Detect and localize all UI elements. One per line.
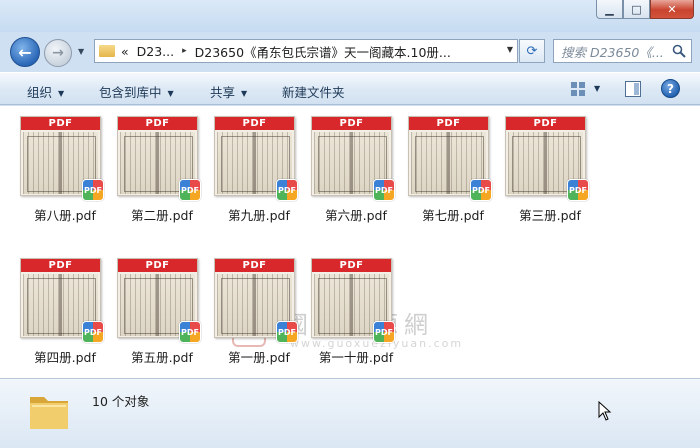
file-item[interactable]: PDF PDF 第一册.pdf (204, 248, 298, 365)
change-view-icon[interactable] (570, 81, 586, 97)
chevron-down-icon: ▼ (58, 89, 65, 98)
title-bar: ▁ □ ✕ (0, 0, 700, 32)
file-name: 第五册.pdf (131, 350, 193, 365)
chevron-down-icon: ▼ (167, 89, 174, 98)
breadcrumb-item[interactable]: D23... (137, 44, 174, 59)
pdf-banner: PDF (118, 117, 197, 130)
folder-icon (30, 397, 68, 429)
search-icon[interactable] (672, 44, 686, 58)
pdf-banner: PDF (21, 259, 100, 272)
pdf-file-icon: PDF (276, 179, 298, 201)
pdf-banner: PDF (215, 259, 294, 272)
pdf-banner: PDF (21, 117, 100, 130)
pdf-banner: PDF (118, 259, 197, 272)
file-item[interactable]: PDF PDF 第四册.pdf (10, 248, 104, 365)
pdf-banner: PDF (312, 259, 391, 272)
minimize-button[interactable]: ▁ (596, 0, 623, 19)
pdf-banner: PDF (215, 117, 294, 130)
mouse-pointer-icon (598, 401, 612, 421)
window-controls: ▁ □ ✕ (596, 0, 694, 19)
file-name: 第七册.pdf (422, 208, 484, 223)
file-name: 第三册.pdf (519, 208, 581, 223)
search-input[interactable]: 搜索 D23650《... (561, 42, 669, 61)
chevron-down-icon: ▼ (241, 89, 248, 98)
pdf-file-icon: PDF (567, 179, 589, 201)
address-dropdown-icon[interactable]: ▼ (507, 45, 513, 54)
address-bar[interactable]: « D23... ▸ D23650《甬东包氏宗谱》天一阁藏本.10册... ▼ (94, 39, 518, 63)
view-options-dropdown[interactable]: ▼ (594, 84, 600, 93)
file-item[interactable]: PDF PDF 第二册.pdf (107, 106, 201, 223)
file-item[interactable]: PDF PDF 第五册.pdf (107, 248, 201, 365)
breadcrumb-current[interactable]: D23650《甬东包氏宗谱》天一阁藏本.10册... (195, 42, 451, 61)
command-bar: 组织 ▼ 包含到库中 ▼ 共享 ▼ 新建文件夹 ▼ ? (0, 72, 700, 105)
file-item[interactable]: PDF PDF 第一十册.pdf (301, 248, 395, 365)
maximize-button[interactable]: □ (623, 0, 650, 19)
file-name: 第六册.pdf (325, 208, 387, 223)
pdf-file-icon: PDF (276, 321, 298, 343)
back-button[interactable]: ← (10, 37, 40, 67)
file-item[interactable]: PDF PDF 第八册.pdf (10, 106, 104, 223)
file-name: 第八册.pdf (34, 208, 96, 223)
share-menu[interactable]: 共享 ▼ (210, 82, 247, 101)
file-name: 第一册.pdf (228, 350, 290, 365)
pdf-file-icon: PDF (470, 179, 492, 201)
file-item[interactable]: PDF PDF 第六册.pdf (301, 106, 395, 223)
file-name: 第九册.pdf (228, 208, 290, 223)
navigation-bar: ← → ▼ « D23... ▸ D23650《甬东包氏宗谱》天一阁藏本.10册… (0, 32, 700, 70)
organize-menu[interactable]: 组织 ▼ (27, 82, 64, 101)
forward-button[interactable]: → (44, 39, 72, 67)
pdf-file-icon: PDF (373, 179, 395, 201)
recent-pages-dropdown[interactable]: ▼ (78, 47, 88, 57)
breadcrumb-separator-icon[interactable]: ▸ (182, 46, 187, 56)
details-pane: 10 个对象 (0, 378, 700, 448)
include-in-library-menu[interactable]: 包含到库中 ▼ (99, 82, 174, 101)
pdf-file-icon: PDF (82, 321, 104, 343)
pdf-banner: PDF (312, 117, 391, 130)
preview-pane-icon[interactable] (625, 81, 641, 97)
close-button[interactable]: ✕ (650, 0, 694, 19)
pdf-banner: PDF (506, 117, 585, 130)
file-item[interactable]: PDF PDF 第七册.pdf (398, 106, 492, 223)
search-box[interactable]: 搜索 D23650《... (553, 39, 692, 63)
pdf-file-icon: PDF (179, 321, 201, 343)
file-item[interactable]: PDF PDF 第九册.pdf (204, 106, 298, 223)
organize-label: 组织 (27, 85, 53, 100)
help-button[interactable]: ? (661, 79, 680, 98)
file-item[interactable]: PDF PDF 第三册.pdf (495, 106, 589, 223)
include-in-library-label: 包含到库中 (99, 85, 162, 100)
new-folder-button[interactable]: 新建文件夹 (282, 82, 345, 101)
pdf-banner: PDF (409, 117, 488, 130)
share-label: 共享 (210, 85, 236, 100)
file-name: 第一十册.pdf (318, 350, 394, 365)
breadcrumb-overflow[interactable]: « (121, 44, 129, 59)
file-list: 国 國學資源網 www.guoxueziyuan.com PDFPDF第八册.p… (0, 106, 700, 378)
pdf-file-icon: PDF (373, 321, 395, 343)
file-name: 第四册.pdf (34, 350, 96, 365)
pdf-file-icon: PDF (82, 179, 104, 201)
file-name: 第二册.pdf (131, 208, 193, 223)
item-count: 10 个对象 (92, 394, 150, 409)
folder-icon (99, 45, 115, 57)
refresh-button[interactable]: ⟳ (519, 39, 545, 63)
pdf-file-icon: PDF (179, 179, 201, 201)
